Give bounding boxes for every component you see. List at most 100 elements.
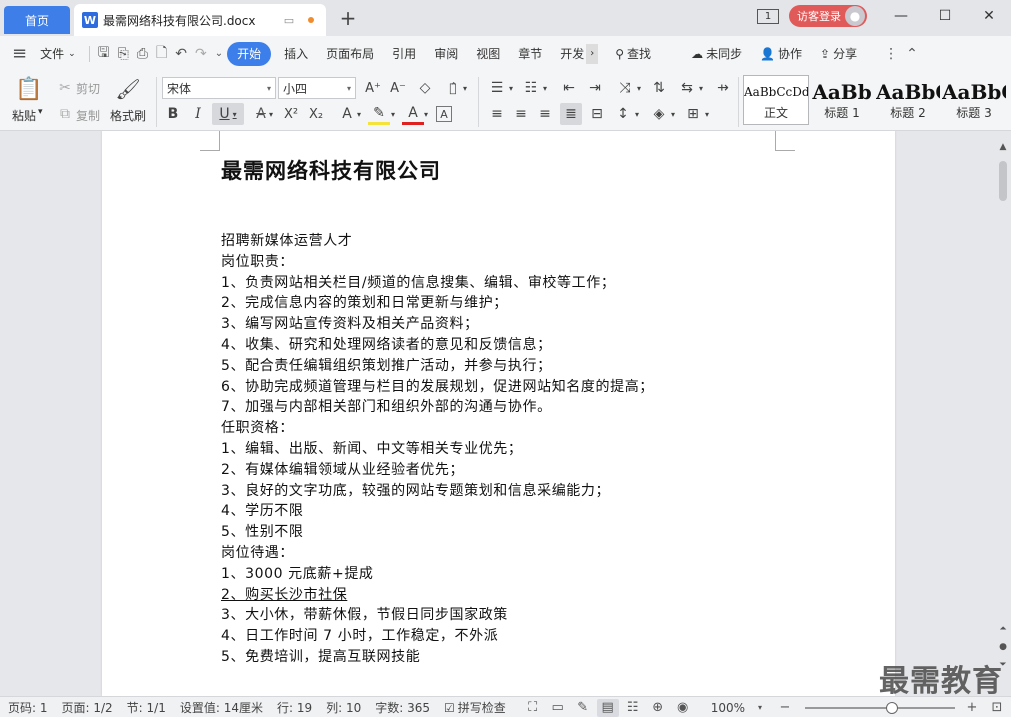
- underlined-text[interactable]: 2、购买长沙市社保: [221, 587, 347, 603]
- font-size-select[interactable]: 小四 ▾: [278, 77, 356, 99]
- redo-icon[interactable]: ↷: [191, 42, 211, 66]
- char-border-icon[interactable]: A: [436, 106, 452, 122]
- phonetic-chevron-icon[interactable]: ▾: [460, 77, 470, 99]
- subscript-icon[interactable]: X₂: [305, 103, 327, 125]
- tab-review[interactable]: 审阅: [425, 42, 467, 66]
- zoom-chevron-icon[interactable]: ▾: [749, 699, 771, 717]
- document-line[interactable]: 2、有媒体编辑领域从业经验者优先；: [221, 460, 654, 481]
- sort-icon[interactable]: ⇅: [648, 77, 670, 99]
- print-layout-icon[interactable]: ▤: [596, 698, 619, 717]
- align-right-icon[interactable]: ≡: [534, 103, 556, 125]
- highlight-icon[interactable]: ✎: [368, 103, 390, 125]
- cut-button[interactable]: 剪切: [76, 80, 100, 97]
- collapse-ribbon-icon[interactable]: ⌃: [902, 42, 922, 66]
- vertical-scrollbar[interactable]: ▲ ⏶ ● ⏷: [995, 131, 1011, 696]
- superscript-icon[interactable]: X²: [280, 103, 302, 125]
- zoom-slider-knob[interactable]: [886, 701, 898, 714]
- font-name-select[interactable]: 宋体 ▾: [162, 77, 276, 99]
- scissors-icon[interactable]: ✂: [54, 77, 76, 99]
- numbered-list-icon[interactable]: ☷: [520, 77, 542, 99]
- document-line[interactable]: 3、大小休，带薪休假，节假日同步国家政策: [221, 605, 654, 626]
- tab-home[interactable]: 首页: [4, 6, 70, 34]
- clipboard-icon[interactable]: 📋: [15, 75, 42, 103]
- tab-document[interactable]: W 最需网络科技有限公司.docx ▭: [74, 4, 326, 36]
- search-button[interactable]: ⚲ 查找: [606, 42, 660, 66]
- status-section[interactable]: 节: 1/1: [127, 699, 166, 716]
- status-column[interactable]: 列: 10: [326, 699, 361, 716]
- decrease-indent-icon[interactable]: ⇤: [558, 77, 580, 99]
- share-button[interactable]: ⇪ 分享: [811, 42, 866, 66]
- quick-access-chevron-icon[interactable]: ⌄: [211, 42, 227, 66]
- sync-button[interactable]: ☁ 未同步: [682, 42, 751, 66]
- zoom-out-icon[interactable]: −: [774, 699, 796, 717]
- zoom-level[interactable]: 100%: [711, 701, 745, 715]
- document-line[interactable]: 3、编写网站宣传资料及相关产品资料；: [221, 314, 654, 335]
- chinese-layout-chevron-icon[interactable]: ▾: [634, 77, 644, 99]
- document-line[interactable]: 1、负责网站相关栏目/频道的信息搜集、编辑、审校等工作；: [221, 273, 654, 294]
- shrink-font-icon[interactable]: A⁻: [387, 77, 409, 99]
- document-body[interactable]: 招聘新媒体运营人才 岗位职责： 1、负责网站相关栏目/频道的信息搜集、编辑、审校…: [221, 231, 654, 668]
- document-line[interactable]: 2、完成信息内容的策划和日常更新与维护；: [221, 293, 654, 314]
- justify-icon[interactable]: ≣: [560, 103, 582, 125]
- strikethrough-chevron-icon[interactable]: ▾: [266, 103, 276, 125]
- document-line[interactable]: 岗位待遇：: [221, 543, 654, 564]
- show-marks-chevron-icon[interactable]: ▾: [696, 77, 706, 99]
- align-center-icon[interactable]: ≡: [510, 103, 532, 125]
- status-row[interactable]: 行: 19: [277, 699, 312, 716]
- borders-chevron-icon[interactable]: ▾: [702, 103, 712, 125]
- copy-icon[interactable]: ⧉: [54, 103, 76, 125]
- document-line[interactable]: 4、学历不限: [221, 501, 654, 522]
- highlight-chevron-icon[interactable]: ▾: [388, 103, 398, 125]
- scroll-up-icon[interactable]: ▲: [995, 139, 1011, 155]
- eye-protect-icon[interactable]: ◉: [672, 699, 694, 717]
- document-line[interactable]: 5、免费培训，提高互联网技能: [221, 647, 654, 668]
- paste-button[interactable]: 粘贴: [12, 107, 36, 124]
- more-options-icon[interactable]: ⋮: [880, 42, 902, 66]
- show-marks-icon[interactable]: ⇆: [676, 77, 698, 99]
- more-tabs-icon[interactable]: ›: [586, 43, 599, 64]
- bullet-list-chevron-icon[interactable]: ▾: [506, 77, 516, 99]
- format-painter-button[interactable]: 格式刷: [110, 107, 146, 124]
- shading-icon[interactable]: ◈: [648, 103, 670, 125]
- tab-reference[interactable]: 引用: [383, 42, 425, 66]
- page-counter-icon[interactable]: 1: [757, 8, 779, 24]
- style-heading-3[interactable]: AaBbC 标题 3: [941, 75, 1007, 125]
- spell-check-button[interactable]: ☑ 拼写检查: [444, 699, 506, 716]
- prev-page-icon[interactable]: ⏶: [995, 621, 1011, 637]
- tab-developer[interactable]: 开发: [551, 42, 586, 66]
- status-pages[interactable]: 页面: 1/2: [62, 699, 113, 716]
- new-tab-button[interactable]: +: [338, 6, 358, 30]
- increase-indent-icon[interactable]: ⇥: [584, 77, 606, 99]
- numbered-list-chevron-icon[interactable]: ▾: [540, 77, 550, 99]
- document-line[interactable]: 任职资格：: [221, 418, 654, 439]
- tab-view[interactable]: 视图: [467, 42, 509, 66]
- bold-icon[interactable]: B: [162, 103, 184, 125]
- fullscreen-icon[interactable]: ⛶: [522, 699, 544, 717]
- status-page-number[interactable]: 页码: 1: [8, 699, 48, 716]
- outline-view-icon[interactable]: ☷: [622, 699, 644, 717]
- undo-icon[interactable]: ↶: [171, 42, 191, 66]
- file-menu[interactable]: 文件 ⌄: [31, 42, 85, 66]
- chinese-layout-icon[interactable]: ⤨: [614, 77, 636, 99]
- zoom-slider[interactable]: [805, 701, 955, 714]
- style-normal[interactable]: AaBbCcDd 正文: [743, 75, 809, 125]
- underline-icon[interactable]: U ▾: [212, 103, 244, 125]
- minimize-button[interactable]: —: [879, 0, 923, 32]
- format-painter-icon[interactable]: 🖌: [115, 75, 140, 103]
- paste-chevron-icon[interactable]: ▾: [38, 107, 43, 117]
- web-view-icon[interactable]: ⊕: [647, 699, 669, 717]
- pen-icon[interactable]: ✎: [572, 699, 594, 717]
- print-icon[interactable]: ⎙: [133, 42, 152, 66]
- document-line[interactable]: 招聘新媒体运营人才: [221, 231, 654, 252]
- status-word-count[interactable]: 字数: 365: [375, 699, 430, 716]
- scroll-thumb[interactable]: [999, 161, 1007, 201]
- style-heading-2[interactable]: AaBbC 标题 2: [875, 75, 941, 125]
- document-line[interactable]: 3、良好的文字功底，较强的网站专题策划和信息采编能力；: [221, 481, 654, 502]
- print-preview-icon[interactable]: 🗋: [152, 42, 171, 66]
- close-button[interactable]: ✕: [967, 0, 1011, 32]
- hamburger-menu-icon[interactable]: ≡: [8, 42, 31, 66]
- copy-button[interactable]: 复制: [76, 107, 100, 124]
- document-line[interactable]: 5、配合责任编辑组织策划推广活动，并参与执行；: [221, 356, 654, 377]
- style-heading-1[interactable]: AaBb 标题 1: [809, 75, 875, 125]
- italic-icon[interactable]: I: [187, 103, 209, 125]
